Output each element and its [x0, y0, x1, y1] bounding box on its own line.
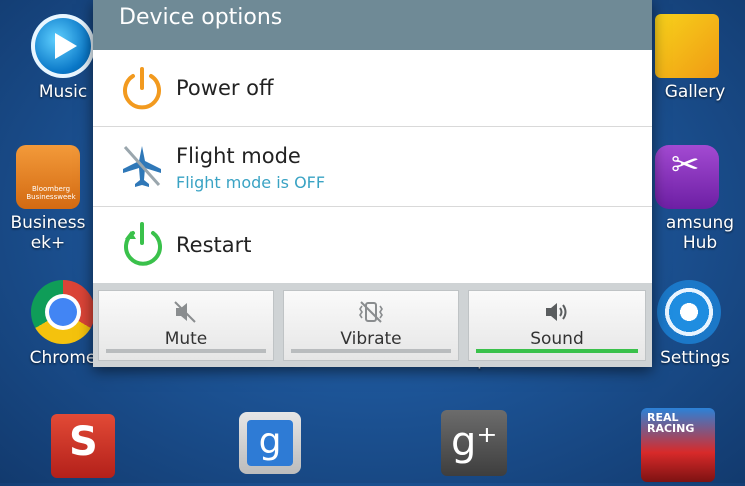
app-google-settings[interactable]: g⁺ — [440, 410, 508, 480]
speaker-mute-icon — [174, 301, 196, 323]
sound-mode-label: Mute — [164, 329, 208, 349]
galaxy-icon: S — [51, 414, 115, 478]
samsung-hub-icon — [655, 145, 719, 209]
sound-mode-label: Sound — [530, 329, 584, 349]
icon-text: g⁺ — [451, 419, 498, 465]
app-gallery[interactable]: Gallery — [645, 14, 745, 102]
mute-button[interactable]: Mute — [98, 290, 274, 361]
icon-text: REAL RACING — [647, 411, 695, 435]
google-settings-icon: g⁺ — [441, 410, 507, 476]
power-off-option[interactable]: Power off — [93, 50, 652, 127]
vibrate-button[interactable]: Vibrate — [283, 290, 459, 361]
mode-indicator-active — [476, 349, 638, 353]
sound-mode-bar: Mute Vibrate Sound — [93, 283, 652, 367]
restart-option[interactable]: Restart — [93, 207, 652, 283]
device-options-dialog: Device options Power off Flight mode Fli… — [93, 0, 652, 367]
flight-mode-option[interactable]: Flight mode Flight mode is OFF — [93, 127, 652, 207]
dialog-title: Device options — [93, 0, 652, 50]
mode-indicator — [291, 349, 451, 353]
icon-text: Bloomberg Businessweek — [26, 185, 76, 201]
businessweek-icon: Bloomberg Businessweek — [16, 145, 80, 209]
mode-indicator — [106, 349, 266, 353]
option-title: Power off — [176, 76, 274, 100]
power-icon — [123, 67, 161, 110]
vibrate-icon — [359, 301, 383, 323]
option-title: Restart — [176, 233, 252, 257]
airplane-icon — [123, 145, 161, 187]
music-icon — [31, 14, 95, 78]
icon-text: S — [69, 419, 98, 465]
app-label: ek+ — [30, 233, 66, 253]
speaker-icon — [546, 303, 567, 321]
restart-icon — [124, 222, 162, 266]
gallery-icon — [655, 14, 719, 78]
app-label: Hub — [682, 233, 718, 253]
app-real-racing[interactable]: REAL RACING — [641, 408, 715, 486]
app-google-search[interactable]: g — [237, 412, 303, 478]
option-title: Flight mode — [176, 144, 301, 168]
settings-gear-icon — [657, 280, 721, 344]
sound-mode-label: Vibrate — [340, 329, 402, 349]
google-search-icon: g — [239, 412, 301, 474]
app-businessweek[interactable]: Bloomberg Businessweek Business ek+ — [0, 145, 96, 253]
sound-button[interactable]: Sound — [468, 290, 646, 361]
app-samsung-hub[interactable]: amsung Hub — [655, 145, 745, 253]
option-subtitle: Flight mode is OFF — [176, 173, 326, 192]
app-label: Business — [10, 213, 86, 233]
app-galaxy[interactable]: S — [28, 414, 138, 482]
app-label: Settings — [660, 348, 730, 368]
app-label: Gallery — [664, 82, 726, 102]
real-racing-icon: REAL RACING — [641, 408, 715, 482]
app-settings[interactable]: Settings — [645, 280, 745, 368]
app-label: amsung — [665, 213, 735, 233]
icon-text: g — [247, 420, 293, 466]
chrome-icon — [31, 280, 95, 344]
